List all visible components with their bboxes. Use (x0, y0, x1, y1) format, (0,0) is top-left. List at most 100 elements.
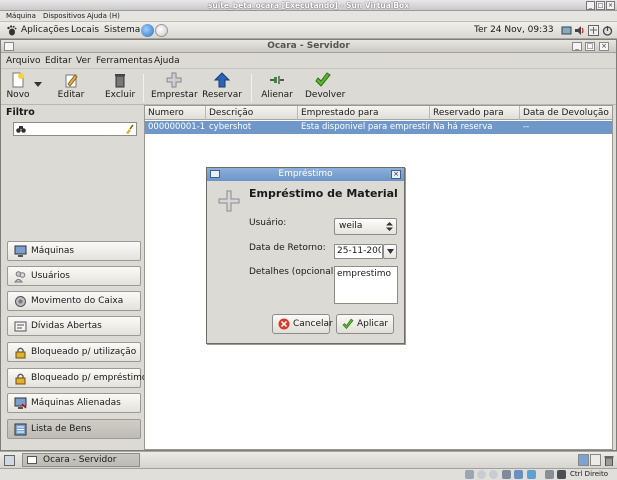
menu-ferramentas[interactable]: Ferramentas (96, 54, 153, 69)
return-button[interactable]: Devolver (305, 72, 346, 104)
browser-launcher-icon[interactable] (141, 24, 154, 37)
new-button[interactable]: Novo (5, 72, 31, 104)
nav-usuarios[interactable]: Usuários (7, 266, 141, 286)
cell-data-devolucao: -- (523, 122, 530, 132)
column-header-emprestado-para[interactable]: Emprestado para (298, 106, 430, 120)
dialog-close-button[interactable]: × (391, 170, 401, 179)
volume-icon[interactable] (574, 25, 585, 36)
apply-button[interactable]: Aplicar (336, 314, 394, 334)
vbox-menu-dispositivos[interactable]: Dispositivos (43, 11, 85, 22)
nav-lista-de-bens[interactable]: Lista de Bens (7, 419, 141, 439)
floppy-icon[interactable] (489, 470, 498, 479)
trash-icon[interactable] (604, 455, 614, 466)
up-arrow-icon (214, 72, 230, 88)
cancel-button[interactable]: Cancelar (272, 314, 333, 334)
new-dropdown-arrow-icon[interactable] (34, 82, 42, 88)
lock-icon (15, 373, 26, 385)
panel-menu-locais[interactable]: Locais (71, 22, 99, 39)
vbox-menu-ajuda[interactable]: Ajuda (H) (87, 11, 120, 22)
menu-arquivo[interactable]: Arquivo (6, 54, 40, 69)
column-header-descricao[interactable]: Descrição (206, 106, 298, 120)
show-desktop-button[interactable] (4, 455, 15, 466)
column-header-data-devolucao[interactable]: Data de Devolução (520, 106, 612, 120)
virtualbox-status-bar: Ctrl Direito (0, 468, 617, 480)
table-row[interactable]: 000000001-1 cybershot Esta disponivel pa… (145, 121, 612, 134)
return-date-label: Data de Retorno: (249, 243, 326, 253)
return-label: Devolver (305, 90, 346, 100)
lend-button[interactable]: Emprestar (151, 72, 198, 104)
monitor-icon (14, 245, 27, 257)
checkmark-icon (342, 318, 354, 329)
nav-maquinas-alienadas[interactable]: Máquinas Alienadas (7, 393, 141, 413)
vbox-close-button[interactable]: × (606, 1, 615, 10)
alienate-label: Alienar (261, 90, 293, 100)
calendar-dropdown-button[interactable] (383, 244, 397, 259)
menu-editar[interactable]: Editar (45, 54, 72, 69)
cd-icon[interactable] (477, 470, 486, 479)
updown-arrows-icon (386, 222, 393, 231)
unplug-icon (270, 76, 284, 84)
delete-button[interactable]: Excluir (105, 72, 135, 104)
shared-folder-icon[interactable] (514, 470, 523, 479)
panel-menu-sistema[interactable]: Sistema (104, 22, 140, 39)
taskbar-button-ocara[interactable]: Ocara - Servidor (22, 453, 140, 467)
cell-numero: 000000001-1 (148, 122, 206, 132)
window-minimize-button[interactable]: _ (572, 42, 582, 51)
delete-label: Excluir (105, 90, 136, 100)
nav-bloqueado-emprestimo[interactable]: Bloqueado p/ empréstimo (7, 368, 147, 388)
user-switch-icon[interactable] (588, 25, 599, 36)
edit-icon (65, 74, 78, 88)
panel-clock[interactable]: Ter 24 Nov, 09:33 (474, 22, 554, 39)
usb-icon[interactable] (502, 470, 511, 479)
nav-maquinas[interactable]: Máquinas (7, 241, 141, 261)
hard-disk-icon[interactable] (465, 470, 474, 479)
clear-brush-icon[interactable] (124, 124, 134, 134)
menu-ver[interactable]: Ver (76, 54, 91, 69)
details-textarea[interactable]: emprestimo (334, 266, 398, 304)
nav-dividas-abertas[interactable]: Dívidas Abertas (7, 316, 141, 336)
panel-menu-aplicacoes[interactable]: Aplicações (21, 22, 69, 39)
workspace-2[interactable] (590, 454, 601, 466)
reserve-button[interactable]: Reservar (202, 72, 242, 104)
nav-bloqueado-utilizacao[interactable]: Bloqueado p/ utilização (7, 342, 141, 362)
column-header-numero[interactable]: Numero (145, 106, 206, 120)
edit-button[interactable]: Editar (56, 72, 86, 104)
window-icon (27, 456, 37, 464)
mail-launcher-icon[interactable] (155, 24, 168, 37)
menu-ajuda[interactable]: Ajuda (154, 54, 180, 69)
gnome-foot-icon[interactable] (6, 25, 17, 36)
cash-icon (15, 296, 26, 307)
list-icon (14, 423, 27, 436)
toolbar-separator (143, 74, 144, 102)
gnome-bottom-panel: Ocara - Servidor (0, 451, 617, 468)
mouse-integration-icon[interactable] (557, 470, 566, 479)
window-maximize-button[interactable]: □ (585, 42, 595, 51)
vbox-minimize-button[interactable]: _ (586, 1, 595, 10)
cancel-icon (278, 318, 290, 330)
vbox-maximize-button[interactable]: □ (596, 1, 605, 10)
alienate-button[interactable]: Alienar (260, 72, 294, 104)
power-icon[interactable] (602, 25, 613, 36)
virtualization-icon[interactable] (545, 470, 554, 479)
network-adapter-icon[interactable] (527, 470, 536, 479)
plus-icon (218, 190, 240, 212)
loan-dialog: Empréstimo × Empréstimo de Material Usuá… (206, 167, 405, 344)
app-menubar: Arquivo Editar Ver Ferramentas Ajuda (1, 54, 616, 69)
user-combobox[interactable]: weila (334, 218, 397, 235)
main-toolbar: Novo Editar Excluir Emprestar Reservar A… (1, 70, 616, 105)
return-date-input[interactable]: 25-11-2009 (334, 244, 383, 259)
vbox-menu-maquina[interactable]: Máquina (6, 11, 36, 22)
cell-descricao: cybershot (209, 122, 252, 132)
nav-movimento-caixa[interactable]: Movimento do Caixa (7, 291, 141, 311)
workspace-1[interactable] (578, 454, 589, 466)
filter-input[interactable] (13, 122, 137, 136)
host-key-label: Ctrl Direito (570, 470, 609, 478)
network-icon[interactable] (561, 25, 572, 36)
column-header-reservado-para[interactable]: Reservado para (430, 106, 520, 120)
dialog-title: Empréstimo (278, 169, 333, 179)
checkmark-icon (315, 72, 331, 87)
window-close-button[interactable]: × (599, 42, 609, 51)
gnome-top-panel: Aplicações Locais Sistema Ter 24 Nov, 09… (0, 22, 617, 39)
table-header: Numero Descrição Emprestado para Reserva… (145, 106, 612, 120)
edit-label: Editar (57, 90, 85, 100)
